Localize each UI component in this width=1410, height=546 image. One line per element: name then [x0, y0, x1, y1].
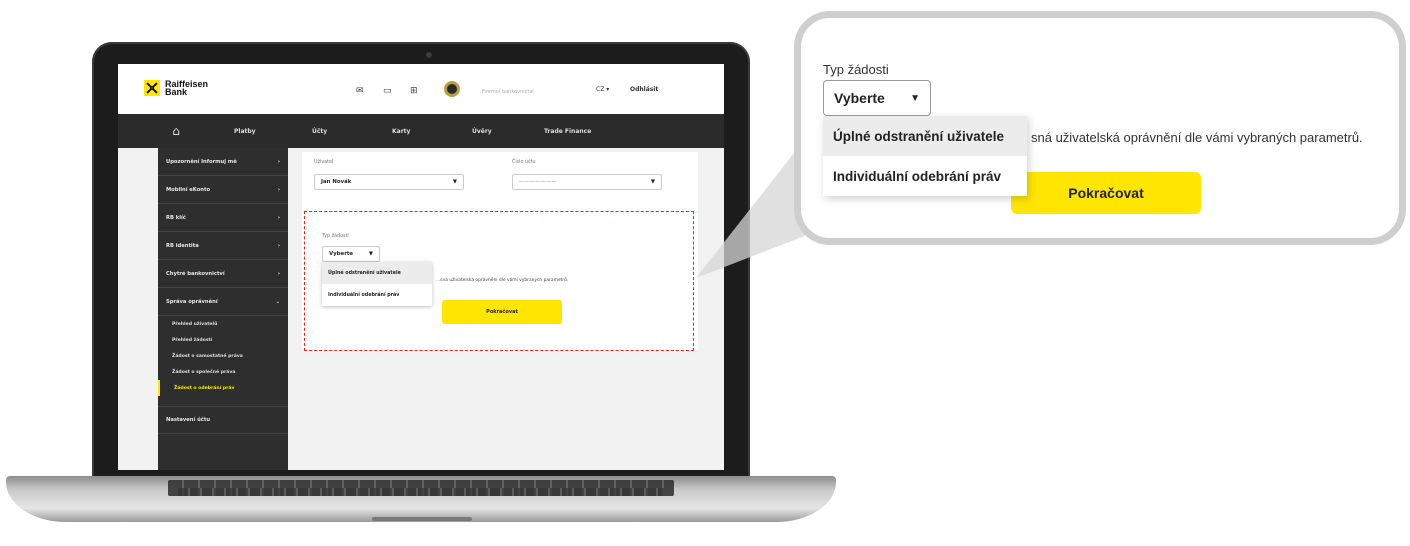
sidebar-item-rb-klic[interactable]: RB klíč › [158, 204, 288, 232]
stage: Raiffeisen Bank ✉ ▭ ⊞ Firemní bankovnict… [0, 0, 1410, 546]
nav-item-trade-finance[interactable]: Trade Finance [544, 128, 591, 135]
sidebar-item-mobilni-ekonto[interactable]: Mobilní eKonto › [158, 176, 288, 204]
callout-description: sná uživatelská oprávnění dle vámi vybra… [1031, 130, 1363, 145]
laptop-notch [372, 517, 472, 521]
camera-dot [426, 52, 432, 58]
sidebar-item-upozorneni[interactable]: Upozornění Informuj mě › [158, 148, 288, 176]
logout-link[interactable]: Odhlásit [630, 86, 658, 93]
callout-option-individualni-odebrani[interactable]: Individuální odebrání práv [823, 156, 1027, 196]
user-select[interactable]: Jan Novák ▼ [314, 174, 464, 190]
nav-item-platby[interactable]: Platby [234, 128, 312, 135]
company-selector[interactable]: Firemní bankovnictví [482, 89, 534, 95]
highlight-box [304, 211, 694, 351]
sidebar: Upozornění Informuj mě › Mobilní eKonto › … [158, 148, 288, 470]
home-icon[interactable]: ⌂ [118, 124, 234, 138]
avatar[interactable] [444, 81, 460, 97]
app-header: Raiffeisen Bank ✉ ▭ ⊞ Firemní bankovnict… [118, 64, 724, 114]
user-label: Uživatel [314, 160, 334, 165]
callout-type-select[interactable]: Vyberte ▼ [823, 80, 931, 116]
account-label: Číslo účtu [512, 160, 536, 165]
sidebar-item-label: Nastavení účtu [166, 417, 211, 423]
envelope-icon[interactable]: ✉ [356, 86, 364, 96]
caret-down-icon: ▼ [910, 92, 920, 104]
logo-text: Raiffeisen Bank [165, 79, 209, 97]
sidebar-item-label: Mobilní eKonto [166, 186, 211, 193]
user-select-value: Jan Novák [321, 179, 352, 185]
sidebar-item-label: Upozornění Informuj mě [166, 158, 237, 165]
sidebar-item-label: RB klíč [166, 214, 186, 221]
account-select[interactable]: ——————— ▼ [512, 174, 662, 190]
document-icon[interactable]: ▭ [383, 86, 392, 96]
account-select-value: ——————— [519, 179, 557, 185]
sidebar-subitem-spolecne-prava[interactable]: Žádost o společné práva [158, 364, 288, 380]
callout-type-label: Typ žádosti [823, 62, 889, 77]
chevron-down-icon: ⌄ [275, 298, 280, 305]
sidebar-item-sprava-opravneni[interactable]: Správa oprávnění ⌄ [158, 288, 288, 316]
nav-item-ucty[interactable]: Účty [312, 128, 392, 135]
sidebar-subitem-prehled-zadosti[interactable]: Přehled žádostí [158, 332, 288, 348]
callout-type-dropdown: Úplné odstranění uživatele Individuální … [823, 116, 1027, 196]
cart-icon[interactable]: ⊞ [410, 86, 418, 96]
caret-down-icon: ▼ [452, 179, 457, 185]
sidebar-item-label: RB identita [166, 242, 199, 249]
sidebar-subitem-samostatne-prava[interactable]: Žádost o samostatné práva [158, 348, 288, 364]
caret-down-icon: ▼ [650, 179, 655, 185]
chevron-right-icon: › [277, 214, 280, 221]
sidebar-item-chytre-bankovnictvi[interactable]: Chytré bankovnictví › [158, 260, 288, 288]
chevron-right-icon: › [277, 186, 280, 193]
chevron-right-icon: › [277, 242, 280, 249]
language-selector[interactable]: CZ ▾ [596, 86, 609, 93]
keyboard-row [178, 488, 664, 496]
sidebar-subitem-odebrani-prav[interactable]: Žádost o odebrání práv [158, 380, 288, 396]
callout-type-select-value: Vyberte [834, 90, 885, 106]
bank-logo[interactable]: Raiffeisen Bank [144, 79, 209, 97]
chevron-right-icon: › [277, 270, 280, 277]
nav-item-uvery[interactable]: Úvěry [472, 128, 544, 135]
sidebar-item-label: Správa oprávnění [166, 298, 218, 305]
sidebar-item-label: Chytré bankovnictví [166, 270, 225, 277]
chevron-right-icon: › [277, 158, 280, 165]
raiffeisen-cross-icon [144, 80, 160, 96]
main-nav: ⌂ Platby Účty Karty Úvěry Trade Finance [118, 114, 724, 148]
sidebar-item-rb-identita[interactable]: RB identita › [158, 232, 288, 260]
callout-continue-button[interactable]: Pokračovat [1011, 172, 1201, 214]
callout-option-uplne-odstraneni[interactable]: Úplné odstranění uživatele [823, 116, 1027, 156]
sidebar-subitem-prehled-uzivatelu[interactable]: Přehled uživatelů [158, 316, 288, 332]
sidebar-item-nastaveni-uctu[interactable]: Nastavení účtu [158, 406, 288, 434]
callout-zoom: Typ žádosti Vyberte ▼ sná uživatelská op… [794, 11, 1406, 245]
nav-item-karty[interactable]: Karty [392, 128, 472, 135]
